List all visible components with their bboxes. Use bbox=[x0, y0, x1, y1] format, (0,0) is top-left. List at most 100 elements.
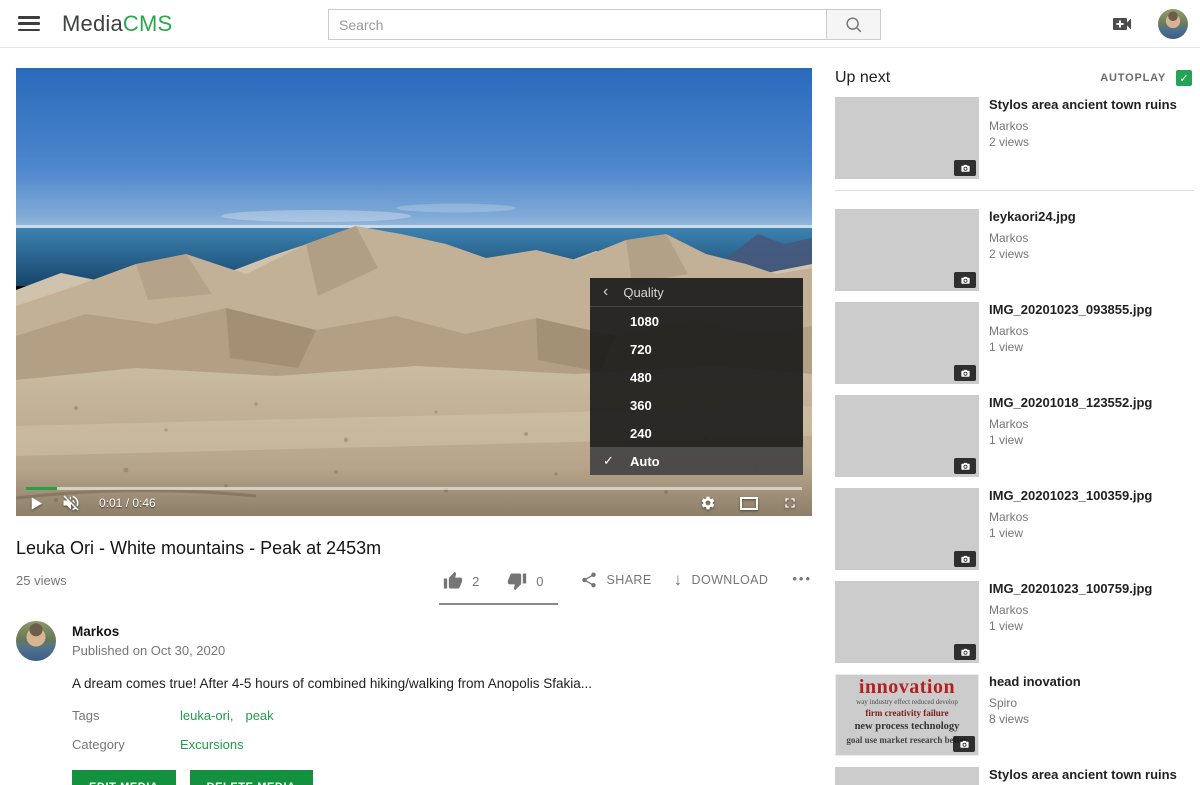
camera-icon bbox=[953, 736, 975, 752]
upnext-views: 1 view bbox=[989, 619, 1152, 633]
upnext-author: Markos bbox=[989, 603, 1152, 617]
views-count: 25 views bbox=[16, 565, 67, 588]
video-thumbnail[interactable] bbox=[835, 767, 979, 785]
more-options-button[interactable]: ••• bbox=[792, 565, 812, 586]
upnext-item[interactable]: IMG_20201023_100359.jpg Markos 1 view bbox=[835, 488, 1194, 570]
video-description: A dream comes true! After 4-5 hours of c… bbox=[72, 676, 812, 691]
autoplay-checkbox[interactable]: ✓ bbox=[1176, 70, 1192, 86]
upnext-title[interactable]: IMG_20201023_100759.jpg bbox=[989, 581, 1152, 597]
theater-mode-button[interactable] bbox=[740, 497, 758, 510]
user-avatar[interactable] bbox=[1158, 9, 1188, 39]
quality-menu-header[interactable]: ‹ Quality bbox=[590, 278, 803, 307]
mute-button[interactable] bbox=[61, 493, 81, 513]
video-thumbnail[interactable] bbox=[835, 395, 979, 477]
dislike-count: 0 bbox=[536, 574, 543, 589]
thumb-down-icon bbox=[507, 571, 527, 591]
category-label: Category bbox=[72, 737, 180, 752]
video-player[interactable]: ‹ Quality 1080720480360240✓Auto bbox=[16, 68, 812, 516]
upnext-title[interactable]: leykaori24.jpg bbox=[989, 209, 1076, 225]
upnext-title[interactable]: head inovation bbox=[989, 674, 1081, 690]
upnext-item[interactable]: IMG_20201023_100759.jpg Markos 1 view bbox=[835, 581, 1194, 663]
upnext-views: 1 view bbox=[989, 526, 1152, 540]
upload-video-icon bbox=[1110, 12, 1134, 36]
video-thumbnail[interactable] bbox=[835, 97, 979, 179]
upnext-item[interactable]: Stylos area ancient town ruins Markos 2 … bbox=[835, 97, 1194, 179]
tag-link[interactable]: leuka-ori, bbox=[180, 708, 233, 723]
quality-option-auto[interactable]: ✓Auto bbox=[590, 447, 803, 475]
search-button[interactable] bbox=[827, 9, 881, 40]
download-button[interactable]: ↓ DOWNLOAD bbox=[674, 565, 769, 594]
upnext-title[interactable]: Stylos area ancient town ruins bbox=[989, 767, 1177, 783]
video-thumbnail[interactable] bbox=[835, 488, 979, 570]
like-count: 2 bbox=[472, 574, 479, 589]
delete-media-button[interactable]: DELETE MEDIA bbox=[190, 770, 313, 785]
top-bar: MediaCMS bbox=[0, 0, 1200, 48]
upnext-author: Markos bbox=[989, 119, 1177, 133]
camera-icon bbox=[954, 458, 976, 474]
settings-button[interactable] bbox=[700, 495, 716, 511]
camera-icon bbox=[954, 644, 976, 660]
quality-option-240[interactable]: 240 bbox=[590, 419, 803, 447]
quality-option-480[interactable]: 480 bbox=[590, 363, 803, 391]
video-thumbnail[interactable] bbox=[835, 209, 979, 291]
fullscreen-button[interactable] bbox=[782, 495, 798, 511]
upnext-title[interactable]: IMG_20201023_100359.jpg bbox=[989, 488, 1152, 504]
author-name[interactable]: Markos bbox=[72, 621, 225, 639]
upnext-views: 2 views bbox=[989, 247, 1076, 261]
share-label: SHARE bbox=[607, 573, 652, 587]
dislike-button[interactable]: 0 bbox=[507, 571, 543, 591]
autoplay-toggle[interactable]: AUTOPLAY ✓ bbox=[1100, 70, 1192, 86]
tag-link[interactable]: peak bbox=[245, 708, 273, 723]
video-thumbnail[interactable]: innovationway industry effect reduced de… bbox=[835, 674, 979, 756]
menu-icon[interactable] bbox=[18, 16, 40, 31]
edit-media-button[interactable]: EDIT MEDIA bbox=[72, 770, 176, 785]
player-controls: 0:01 / 0:46 bbox=[16, 490, 812, 516]
search-bar bbox=[328, 9, 881, 40]
upnext-item[interactable]: innovationway industry effect reduced de… bbox=[835, 674, 1194, 756]
upnext-title[interactable]: IMG_20201023_093855.jpg bbox=[989, 302, 1152, 318]
video-thumbnail[interactable] bbox=[835, 302, 979, 384]
search-input[interactable] bbox=[328, 9, 827, 40]
download-icon: ↓ bbox=[674, 571, 683, 588]
logo-cms: CMS bbox=[123, 11, 173, 36]
quality-option-720[interactable]: 720 bbox=[590, 335, 803, 363]
check-icon: ✓ bbox=[1179, 72, 1188, 85]
logo[interactable]: MediaCMS bbox=[62, 11, 172, 37]
play-button[interactable] bbox=[30, 496, 43, 511]
upnext-author: Markos bbox=[989, 231, 1076, 245]
upnext-author: Markos bbox=[989, 417, 1152, 431]
video-thumbnail[interactable] bbox=[835, 581, 979, 663]
upnext-author: Spiro bbox=[989, 696, 1081, 710]
camera-icon bbox=[954, 160, 976, 176]
up-next-sidebar: Up next AUTOPLAY ✓ Stylos area ancient t… bbox=[835, 68, 1194, 785]
time-display: 0:01 / 0:46 bbox=[99, 496, 156, 510]
search-icon bbox=[844, 15, 864, 35]
quality-option-1080[interactable]: 1080 bbox=[590, 307, 803, 335]
back-chevron-icon[interactable]: ‹ bbox=[603, 284, 608, 300]
upnext-title[interactable]: Stylos area ancient town ruins bbox=[989, 97, 1177, 113]
camera-icon bbox=[954, 272, 976, 288]
upnext-item[interactable]: leykaori24.jpg Markos 2 views bbox=[835, 209, 1194, 291]
upload-media-button[interactable] bbox=[1110, 12, 1134, 36]
camera-icon bbox=[954, 551, 976, 567]
published-date: Published on Oct 30, 2020 bbox=[72, 643, 225, 658]
upnext-item[interactable]: IMG_20201018_123552.jpg Markos 1 view bbox=[835, 395, 1194, 477]
upnext-views: 8 views bbox=[989, 712, 1081, 726]
upnext-author: Markos bbox=[989, 324, 1152, 338]
upnext-title[interactable]: IMG_20201018_123552.jpg bbox=[989, 395, 1152, 411]
check-icon: ✓ bbox=[603, 453, 614, 469]
upnext-item[interactable]: Stylos area ancient town ruins bbox=[835, 767, 1194, 785]
upnext-item[interactable]: IMG_20201023_093855.jpg Markos 1 view bbox=[835, 302, 1194, 384]
fullscreen-icon bbox=[782, 495, 798, 511]
upnext-views: 1 view bbox=[989, 433, 1152, 447]
upnext-views: 2 views bbox=[989, 135, 1177, 149]
quality-option-360[interactable]: 360 bbox=[590, 391, 803, 419]
share-button[interactable]: SHARE bbox=[580, 565, 652, 595]
logo-media: Media bbox=[62, 11, 123, 36]
upnext-divider bbox=[835, 190, 1194, 191]
upnext-views: 1 view bbox=[989, 340, 1152, 354]
theater-mode-icon bbox=[740, 497, 758, 510]
category-link[interactable]: Excursions bbox=[180, 737, 244, 752]
like-button[interactable]: 2 bbox=[443, 571, 479, 591]
author-avatar[interactable] bbox=[16, 621, 56, 661]
